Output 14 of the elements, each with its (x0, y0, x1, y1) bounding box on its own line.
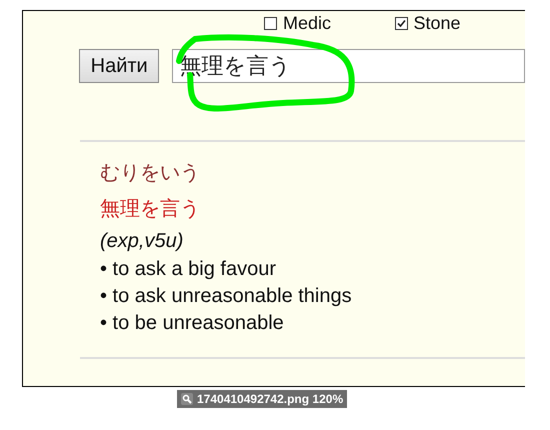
entry-kanji: 無理を言う (100, 195, 201, 222)
search-button[interactable]: Найти (79, 49, 160, 83)
search-field[interactable]: 無理を言う (172, 49, 525, 83)
sense-text: • to be unreasonable (100, 311, 285, 336)
zoom-icon (181, 393, 193, 405)
caption-text: 1740410492742.png 120% (197, 392, 344, 406)
checkbox[interactable] (394, 16, 408, 30)
part-of-speech: (exp,v5u) (100, 229, 184, 254)
checkbox[interactable] (264, 16, 277, 30)
checkbox-label: Medic (283, 12, 332, 34)
sense-text: • to ask a big favour (100, 257, 277, 282)
sense-text: • to ask unreasonable things (100, 284, 353, 309)
checkbox-label: Stone (414, 12, 461, 34)
entry-reading: むりをいう (100, 159, 201, 186)
